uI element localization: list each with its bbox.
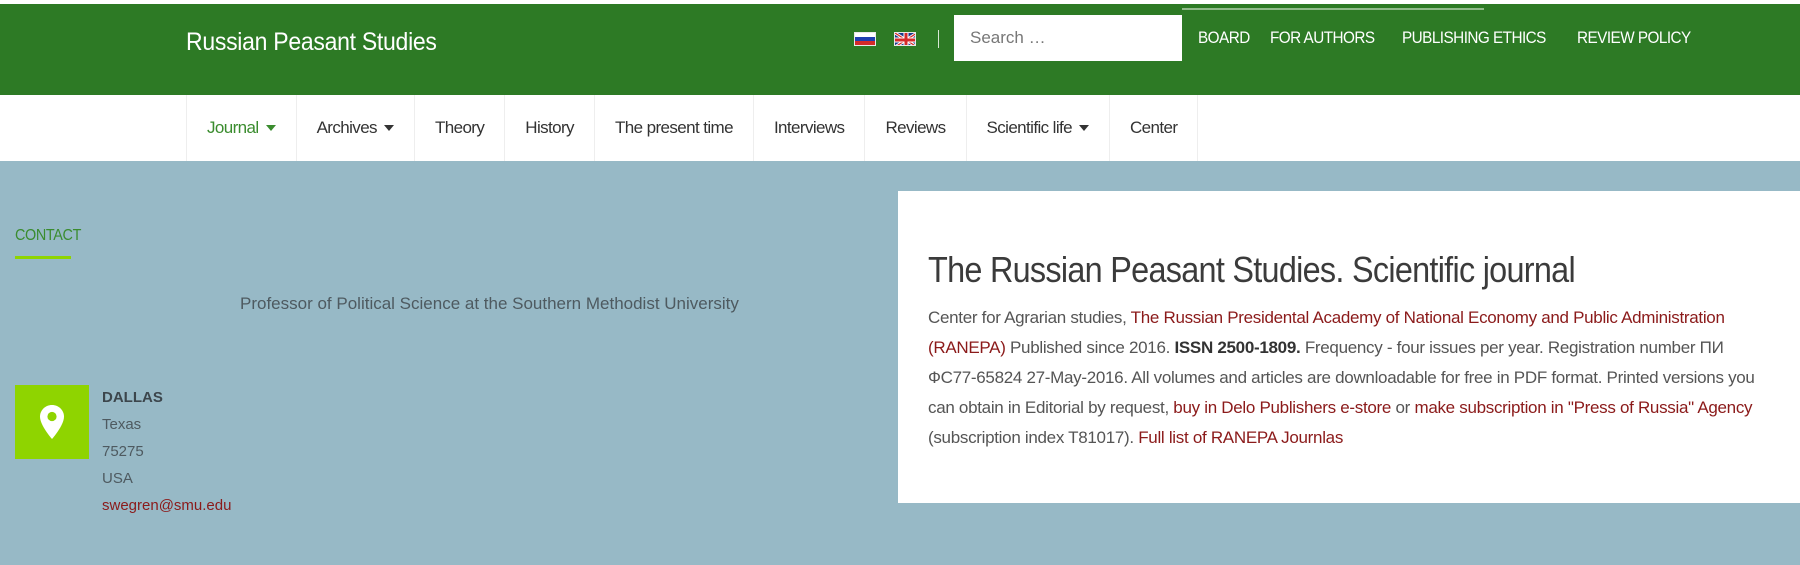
issn-number: ISSN 2500-1809.	[1174, 338, 1301, 357]
nav-item-center[interactable]: Center	[1110, 95, 1199, 161]
caret-down-icon	[383, 125, 394, 131]
nav-item-label: History	[525, 118, 574, 137]
journal-description: Center for Agrarian studies, The Russian…	[928, 303, 1770, 453]
main-nav: Journal Archives Theory History The pres…	[186, 95, 1199, 161]
address-state: Texas	[102, 416, 142, 433]
header-divider	[938, 30, 939, 48]
press-of-russia-link[interactable]: make subscription in "Press of Russia" A…	[1414, 398, 1752, 417]
top-header: Russian Peasant Studies BOARD FOR AUTHOR…	[0, 0, 1800, 95]
nav-item-journal[interactable]: Journal	[187, 95, 297, 161]
content-area: CONTACT Professor of Political Science a…	[0, 161, 1800, 565]
nav-item-label: Journal	[207, 118, 259, 137]
address-city: DALLAS	[102, 389, 163, 406]
nav-item-label: Archives	[316, 118, 378, 137]
top-link-publishing-ethics[interactable]: PUBLISHING ETHICS	[1402, 28, 1546, 48]
address-country: USA	[102, 470, 133, 487]
nav-item-label: Theory	[434, 118, 485, 137]
contact-heading: CONTACT	[15, 227, 82, 244]
journal-info-card: The Russian Peasant Studies. Scientific …	[898, 191, 1800, 503]
map-pin-icon	[15, 385, 89, 459]
email-link[interactable]: swegren@smu.edu	[102, 497, 231, 514]
journal-text-part: Center for Agrarian studies,	[928, 308, 1131, 327]
address-zip: 75275	[102, 443, 144, 460]
flag-uk-icon[interactable]	[894, 32, 916, 46]
nav-item-label: The present time	[614, 118, 734, 137]
journal-text-part: Published since 2016.	[1005, 338, 1175, 357]
search-decoration	[1182, 8, 1484, 10]
journal-text-part: (subscription index T81017).	[928, 428, 1139, 447]
nav-item-label: Interviews	[773, 118, 845, 137]
address-block: DALLAS Texas 75275 USA swegren@smu.edu	[102, 384, 231, 519]
contact-heading-underline	[15, 256, 71, 259]
nav-item-label: Reviews	[885, 118, 946, 137]
nav-item-label: Center	[1130, 118, 1178, 137]
caret-down-icon	[1079, 125, 1089, 131]
caret-down-icon	[265, 125, 276, 131]
nav-item-reviews[interactable]: Reviews	[865, 95, 967, 161]
top-link-board[interactable]: BOARD	[1198, 28, 1250, 48]
nav-item-present-time[interactable]: The present time	[595, 95, 754, 161]
site-title[interactable]: Russian Peasant Studies	[186, 28, 437, 57]
nav-item-archives[interactable]: Archives	[297, 95, 415, 161]
top-link-for-authors[interactable]: FOR AUTHORS	[1270, 28, 1375, 48]
delo-store-link[interactable]: buy in Delo Publishers e-store	[1173, 398, 1391, 417]
journal-title: The Russian Peasant Studies. Scientific …	[928, 249, 1576, 290]
search-input[interactable]	[954, 15, 1182, 61]
main-navbar: Journal Archives Theory History The pres…	[0, 95, 1800, 161]
nav-item-interviews[interactable]: Interviews	[754, 95, 866, 161]
journal-text-part: or	[1391, 398, 1415, 417]
nav-item-theory[interactable]: Theory	[415, 95, 506, 161]
top-link-review-policy[interactable]: REVIEW POLICY	[1577, 28, 1691, 48]
person-role: Professor of Political Science at the So…	[240, 294, 739, 313]
ranepa-journals-link[interactable]: Full list of RANEPA Journlas	[1138, 428, 1343, 447]
nav-item-scientific-life[interactable]: Scientific life	[967, 95, 1110, 161]
top-links: BOARD FOR AUTHORS PUBLISHING ETHICS REVI…	[1198, 28, 1703, 48]
nav-item-history[interactable]: History	[505, 95, 595, 161]
nav-item-label: Scientific life	[986, 118, 1073, 137]
flag-russia-icon[interactable]	[854, 32, 876, 46]
